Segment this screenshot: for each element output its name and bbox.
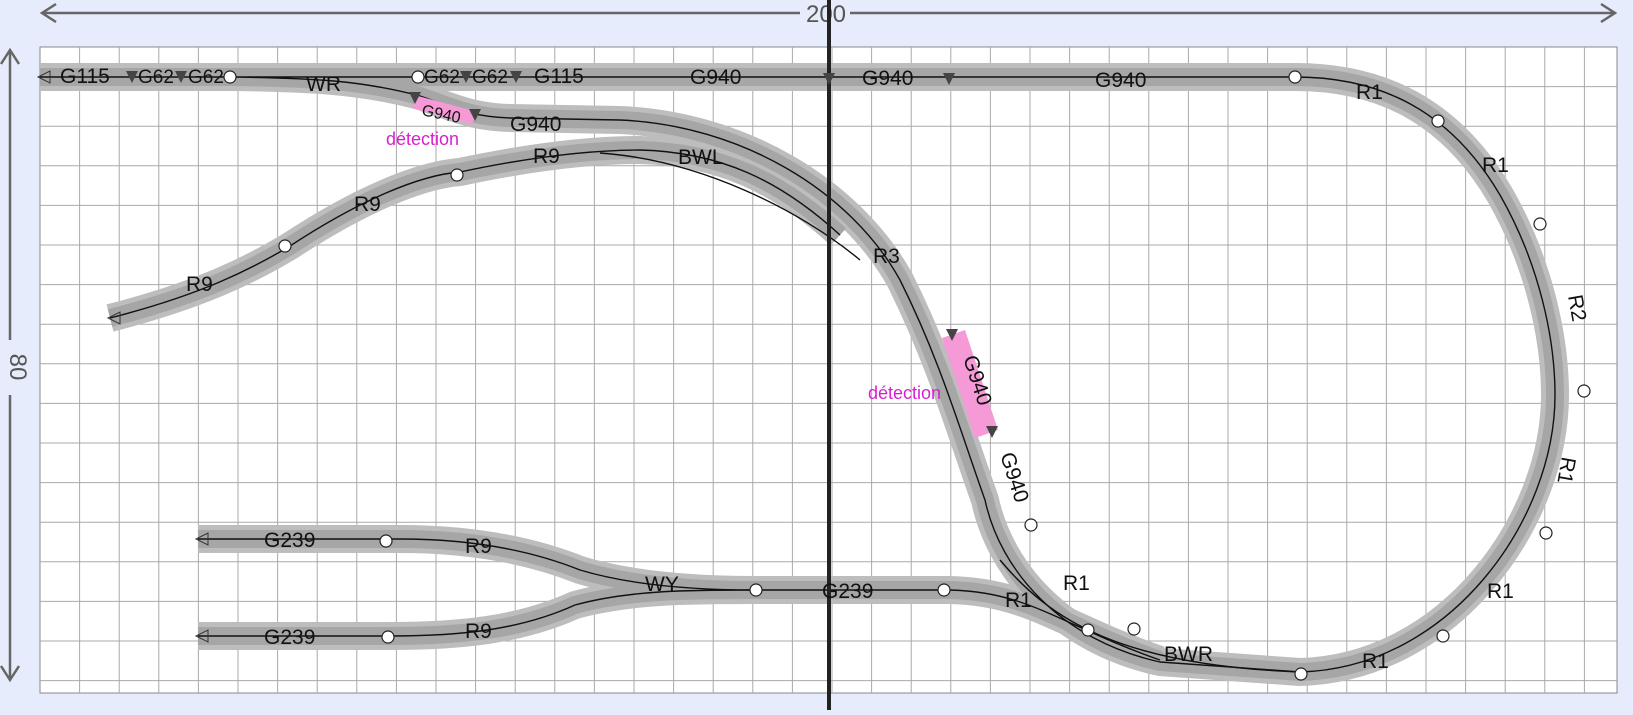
- label-r1-a: R1: [1356, 81, 1383, 104]
- label-wr: WR: [306, 73, 341, 96]
- label-r1-e: R1: [1362, 650, 1389, 673]
- joint-marker: [278, 239, 292, 253]
- joint-marker: [1127, 622, 1141, 636]
- joint-marker: [381, 630, 395, 644]
- detection-label-top: détection: [386, 129, 459, 149]
- label-r9-low: R9: [186, 273, 213, 296]
- joint-marker: [450, 168, 464, 182]
- label-wy: WY: [645, 573, 679, 596]
- label-r3: R3: [873, 245, 900, 268]
- joint-marker: [1288, 70, 1302, 84]
- label-g62-b: G62: [188, 67, 224, 88]
- label-r9-mid: R9: [354, 193, 381, 216]
- label-r9-upper: R9: [465, 535, 492, 558]
- label-g62-c: G62: [424, 67, 460, 88]
- label-g115-b: G115: [534, 65, 584, 88]
- joint-marker: [223, 70, 237, 84]
- label-g62-a: G62: [138, 67, 174, 88]
- label-r1-f: R1: [1063, 572, 1090, 595]
- label-g940-mid: G940: [510, 113, 561, 136]
- joint-marker: [1436, 629, 1450, 643]
- joint-marker: [1533, 217, 1547, 231]
- label-g239-upper: G239: [264, 529, 315, 552]
- label-g239-lower: G239: [264, 626, 315, 649]
- track-plan-svg: 200 80 G115 G62 G62 WR G62 G62 G115 G940…: [0, 0, 1618, 710]
- height-dimension-label: 80: [4, 354, 31, 381]
- track-plan-canvas: 200 80 G115 G62 G62 WR G62 G62 G115 G940…: [0, 0, 1633, 710]
- detection-label-right: détection: [868, 383, 941, 403]
- label-r9-top: R9: [533, 145, 560, 168]
- label-r1-b: R1: [1482, 154, 1509, 177]
- joint-marker: [379, 534, 393, 548]
- label-bwl: BWL: [678, 146, 724, 169]
- width-dimension-label: 200: [806, 1, 846, 28]
- label-r9-lower: R9: [465, 620, 492, 643]
- joint-marker: [937, 583, 951, 597]
- label-g62-d: G62: [472, 67, 508, 88]
- label-g940-top-c: G940: [1095, 69, 1146, 92]
- label-r2: R2: [1563, 293, 1590, 323]
- joint-marker: [749, 583, 763, 597]
- label-g115-a: G115: [60, 65, 110, 88]
- label-g239-mid: G239: [822, 580, 873, 603]
- joint-marker: [1024, 518, 1038, 532]
- label-g940-top-b: G940: [862, 67, 913, 90]
- joint-marker: [411, 70, 425, 84]
- joint-marker: [1081, 623, 1095, 637]
- label-r1-d: R1: [1487, 580, 1514, 603]
- joint-marker: [1577, 384, 1591, 398]
- joint-marker: [1539, 526, 1553, 540]
- label-bwr: BWR: [1164, 643, 1213, 666]
- joint-marker: [1431, 114, 1445, 128]
- label-g940-top-a: G940: [690, 66, 741, 89]
- label-r1-c: R1: [1552, 455, 1579, 485]
- joint-marker: [1294, 667, 1308, 681]
- label-r1-g: R1: [1005, 589, 1032, 612]
